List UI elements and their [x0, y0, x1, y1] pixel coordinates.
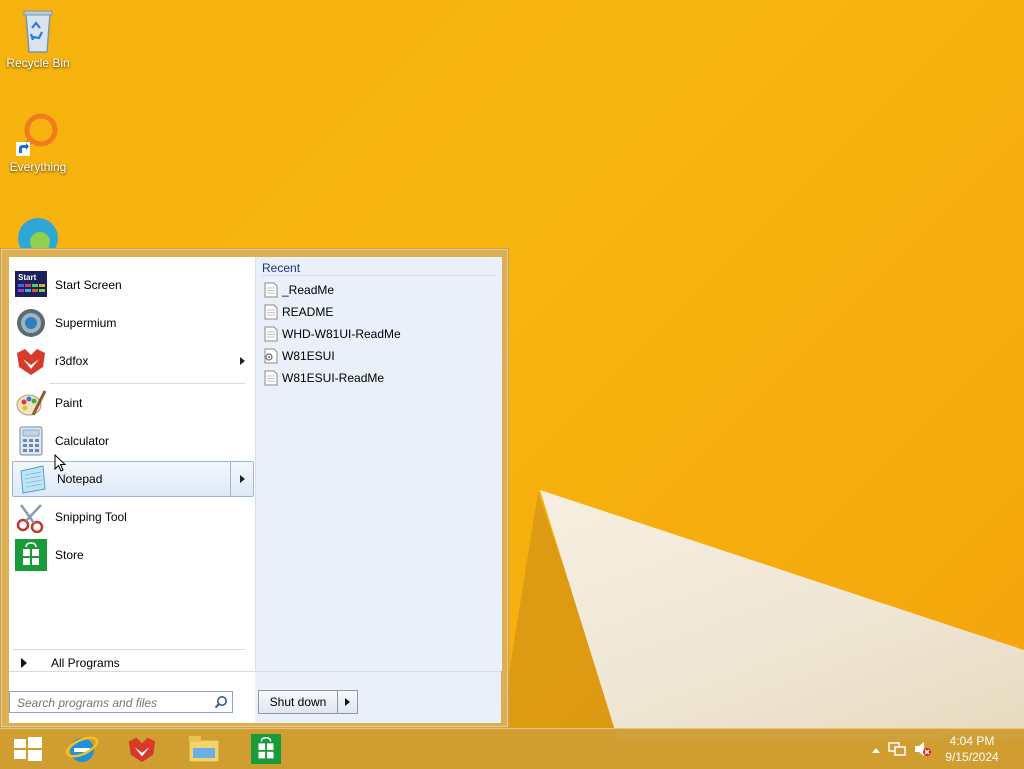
start-item-label: Snipping Tool [55, 510, 127, 524]
volume-muted-icon[interactable] [914, 741, 932, 757]
mouse-cursor-icon [54, 454, 67, 472]
all-programs-label: All Programs [51, 656, 120, 670]
recent-item[interactable]: W81ESUI [264, 345, 335, 367]
start-item-label: Calculator [55, 434, 110, 448]
search-icon[interactable] [214, 695, 228, 709]
recent-pane: Recent _ReadMe README WHD-W81UI-ReadMe W… [255, 257, 502, 671]
start-item-paint[interactable]: Paint [11, 385, 251, 421]
r3dfox-icon [128, 737, 156, 763]
shutdown-label[interactable]: Shut down [259, 691, 338, 713]
start-item-start-screen[interactable]: Start Start Screen [11, 267, 251, 303]
notification-area [872, 741, 932, 757]
start-item-store[interactable]: Store [11, 537, 251, 573]
desktop-icon-label: Everything [9, 160, 67, 174]
show-hidden-icons-icon[interactable] [872, 747, 880, 753]
clock[interactable]: 4:04 PM 9/15/2024 [942, 733, 1002, 765]
text-file-icon [264, 304, 278, 320]
start-item-calculator[interactable]: Calculator [11, 423, 251, 459]
r3dfox-icon [17, 349, 45, 375]
notepad-icon [20, 465, 46, 494]
svg-text:Start: Start [18, 273, 37, 282]
separator [49, 383, 245, 384]
recent-item-label: W81ESUI [282, 349, 335, 363]
start-item-notepad[interactable]: Notepad [12, 461, 254, 497]
recent-item[interactable]: W81ESUI-ReadMe [264, 367, 384, 389]
recent-header-line [262, 275, 496, 276]
start-item-snipping-tool[interactable]: Snipping Tool [11, 499, 251, 535]
calculator-icon [19, 426, 43, 456]
windows-logo-icon [14, 737, 42, 761]
paint-icon [16, 390, 47, 416]
script-file-icon [264, 348, 278, 364]
submenu-arrow-icon[interactable] [240, 357, 245, 365]
desktop-icon-edge[interactable] [0, 212, 76, 248]
search-box[interactable] [9, 691, 233, 713]
taskbar-store[interactable] [238, 729, 294, 769]
recent-item-label: WHD-W81UI-ReadMe [282, 327, 401, 341]
edge-icon [18, 218, 58, 248]
desktop-icon-label: Recycle Bin [6, 56, 70, 70]
start-button[interactable] [0, 729, 56, 769]
shutdown-options-button[interactable] [338, 698, 357, 706]
start-menu-programs-pane: Start Start Screen Supermium r3dfox Pain… [9, 257, 255, 671]
text-file-icon [264, 326, 278, 342]
chevron-right-icon [345, 698, 350, 706]
start-item-label: Paint [55, 396, 83, 410]
supermium-icon [17, 309, 45, 337]
store-icon [251, 734, 281, 764]
submenu-arrow-icon [239, 475, 245, 483]
shutdown-button[interactable]: Shut down [258, 690, 358, 714]
expand-arrow-icon [21, 658, 27, 668]
start-item-label: Notepad [57, 472, 103, 486]
search-input[interactable] [15, 693, 215, 713]
recent-item-label: _ReadMe [282, 283, 335, 297]
everything-search-icon [16, 113, 58, 156]
taskbar-r3dfox[interactable] [114, 729, 170, 769]
taskbar-file-explorer[interactable] [176, 729, 232, 769]
start-item-r3dfox[interactable]: r3dfox [11, 343, 251, 379]
internet-explorer-icon [65, 736, 99, 762]
notepad-jumplist-button[interactable] [230, 462, 253, 496]
start-item-supermium[interactable]: Supermium [11, 305, 251, 341]
taskbar-internet-explorer[interactable] [54, 729, 110, 769]
recycle-bin-icon [23, 10, 53, 53]
recent-item-label: W81ESUI-ReadMe [282, 371, 385, 385]
desktop-icon-everything[interactable]: Everything [0, 110, 76, 174]
text-file-icon [264, 370, 278, 386]
start-item-label: Store [55, 548, 84, 562]
store-icon [15, 539, 47, 571]
file-explorer-icon [188, 736, 220, 763]
start-item-label: Supermium [55, 316, 117, 330]
taskbar: 4:04 PM 9/15/2024 [0, 728, 1024, 769]
recent-item[interactable]: README [264, 301, 333, 323]
start-item-label: Start Screen [55, 278, 122, 292]
start-item-label: r3dfox [55, 354, 89, 368]
recent-item[interactable]: _ReadMe [264, 279, 334, 301]
desktop-icon-recycle-bin[interactable]: Recycle Bin [0, 6, 76, 70]
start-screen-icon: Start [15, 271, 47, 297]
recent-header: Recent [262, 261, 301, 275]
network-icon[interactable] [888, 741, 906, 757]
text-file-icon [264, 282, 278, 298]
recent-item-label: README [282, 305, 334, 319]
recent-item[interactable]: WHD-W81UI-ReadMe [264, 323, 401, 345]
clock-time: 4:04 PM [949, 734, 995, 748]
start-menu: Start Start Screen Supermium r3dfox Pain… [0, 248, 509, 728]
snipping-tool-icon [16, 504, 44, 533]
clock-date: 9/15/2024 [945, 750, 999, 764]
